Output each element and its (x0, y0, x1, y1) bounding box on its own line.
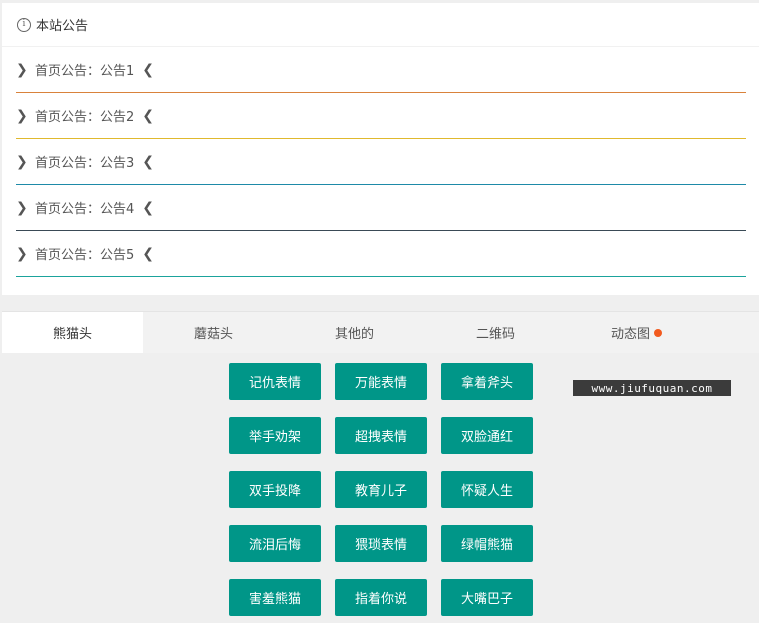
emoji-tabs-panel: 熊猫头 蘑菇头 其他的 二维码 动态图 记仇表情 万能表情 拿着斧头 举手劝架 … (2, 311, 759, 623)
chevron-right-icon: ❯ (16, 61, 28, 78)
tab-label: 其他的 (334, 327, 374, 342)
notice-item-text: 首页公告：公告4 (35, 202, 135, 217)
chevron-left-icon: ❮ (142, 199, 155, 216)
emoji-button[interactable]: 大嘴巴子 (441, 579, 533, 616)
notice-header: i 本站公告 (2, 3, 759, 47)
emoji-button[interactable]: 流泪后悔 (229, 525, 321, 562)
chevron-right-icon: ❯ (16, 107, 28, 124)
tab-label: 二维码 (475, 327, 515, 342)
notice-item[interactable]: ❯ 首页公告：公告4 ❮ (16, 185, 746, 231)
chevron-right-icon: ❯ (16, 199, 28, 216)
tab-panda-head[interactable]: 熊猫头 (2, 312, 143, 353)
tab-bar: 熊猫头 蘑菇头 其他的 二维码 动态图 (2, 312, 759, 353)
emoji-button[interactable]: 双手投降 (229, 471, 321, 508)
notice-list: ❯ 首页公告：公告1 ❮ ❯ 首页公告：公告2 ❮ ❯ 首页公告：公告3 ❮ ❯… (2, 47, 759, 277)
notice-item-text: 首页公告：公告2 (35, 110, 135, 125)
emoji-button[interactable]: 怀疑人生 (441, 471, 533, 508)
emoji-button[interactable]: 举手劝架 (229, 417, 321, 454)
emoji-button[interactable]: 猥琐表情 (335, 525, 427, 562)
info-icon: i (17, 17, 31, 32)
watermark: www.jiufuquan.com (573, 380, 731, 396)
emoji-button[interactable]: 万能表情 (335, 363, 427, 400)
notice-item-text: 首页公告：公告3 (35, 156, 135, 171)
notice-item-text: 首页公告：公告5 (35, 248, 135, 263)
chevron-right-icon: ❯ (16, 153, 28, 170)
chevron-left-icon: ❮ (142, 245, 155, 262)
notice-panel: i 本站公告 ❯ 首页公告：公告1 ❮ ❯ 首页公告：公告2 ❮ ❯ 首页公告：… (2, 3, 759, 295)
tab-animated[interactable]: 动态图 (566, 312, 707, 353)
notice-item[interactable]: ❯ 首页公告：公告5 ❮ (16, 231, 746, 277)
tab-label: 动态图 (610, 327, 650, 342)
tab-qrcode[interactable]: 二维码 (425, 312, 566, 353)
chevron-right-icon: ❯ (16, 245, 28, 262)
emoji-button-grid: 记仇表情 万能表情 拿着斧头 举手劝架 超拽表情 双脸通红 双手投降 教育儿子 … (229, 363, 533, 616)
emoji-button[interactable]: 指着你说 (335, 579, 427, 616)
emoji-button[interactable]: 害羞熊猫 (229, 579, 321, 616)
emoji-button[interactable]: 超拽表情 (335, 417, 427, 454)
tab-label: 蘑菇头 (193, 327, 233, 342)
notice-title: 本站公告 (36, 19, 89, 34)
chevron-left-icon: ❮ (142, 61, 155, 78)
chevron-left-icon: ❮ (142, 153, 155, 170)
notice-item[interactable]: ❯ 首页公告：公告1 ❮ (16, 47, 746, 93)
badge-dot (654, 328, 662, 337)
tab-others[interactable]: 其他的 (284, 312, 425, 353)
emoji-button[interactable]: 绿帽熊猫 (441, 525, 533, 562)
chevron-left-icon: ❮ (142, 107, 155, 124)
emoji-button[interactable]: 双脸通红 (441, 417, 533, 454)
tab-label: 熊猫头 (52, 327, 92, 342)
tab-mushroom-head[interactable]: 蘑菇头 (143, 312, 284, 353)
notice-item[interactable]: ❯ 首页公告：公告2 ❮ (16, 93, 746, 139)
emoji-button[interactable]: 教育儿子 (335, 471, 427, 508)
emoji-button[interactable]: 拿着斧头 (441, 363, 533, 400)
notice-item-text: 首页公告：公告1 (35, 64, 135, 79)
notice-item[interactable]: ❯ 首页公告：公告3 ❮ (16, 139, 746, 185)
emoji-button[interactable]: 记仇表情 (229, 363, 321, 400)
